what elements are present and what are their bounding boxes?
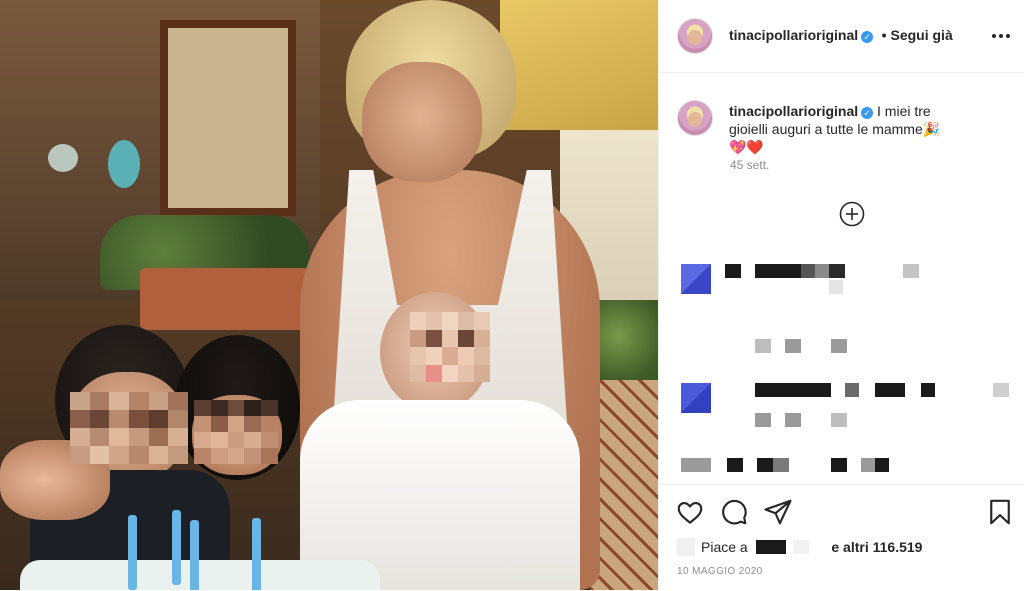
- bookmark-icon: [990, 499, 1010, 525]
- redacted-comment-meta: [755, 413, 955, 427]
- redacted-comment-text: [829, 280, 849, 294]
- likes-count[interactable]: e altri 116.519: [831, 539, 922, 555]
- liker-redacted: [793, 540, 810, 554]
- pixelated-face-blur: [194, 400, 278, 464]
- share-button[interactable]: [763, 497, 793, 527]
- post-date[interactable]: 10 MAGGIO 2020: [677, 566, 763, 577]
- follow-status-button[interactable]: Segui già: [891, 27, 953, 43]
- redacted-comment-text: [725, 383, 1015, 397]
- likes-summary: Piace a e altri 116.519: [677, 538, 922, 556]
- save-button[interactable]: [985, 497, 1015, 527]
- background-planter: [140, 268, 310, 330]
- redacted-comment-text: [725, 264, 1005, 278]
- woman-face: [362, 62, 482, 182]
- birthday-cake: [20, 560, 380, 590]
- redacted-comment-avatar: [681, 264, 711, 294]
- verified-badge-icon: ✓: [861, 31, 874, 43]
- caption-username[interactable]: tinacipollarioriginal: [729, 103, 858, 119]
- caption-avatar[interactable]: [677, 100, 713, 136]
- candle: [172, 510, 181, 585]
- post-photo[interactable]: [0, 0, 658, 590]
- verified-badge-icon: ✓: [861, 107, 874, 119]
- redacted-comment-avatar: [681, 383, 711, 413]
- background-flowers: [592, 300, 658, 390]
- redacted-comment-meta: [755, 339, 955, 353]
- candle: [252, 518, 261, 590]
- liker-avatar-redacted: [677, 538, 695, 556]
- candle: [128, 515, 137, 590]
- candle: [190, 520, 199, 590]
- comment-button[interactable]: [719, 497, 749, 527]
- more-options-button[interactable]: [987, 26, 1015, 46]
- comment-icon: [722, 499, 747, 525]
- like-button[interactable]: [675, 497, 705, 527]
- paper-plane-icon: [764, 499, 792, 525]
- background-window: [160, 20, 296, 216]
- load-more-comments-button[interactable]: [839, 201, 865, 227]
- background-awning: [500, 0, 658, 130]
- plus-circle-icon: [839, 201, 865, 227]
- pixelated-face-blur: [410, 312, 490, 382]
- pixelated-face-blur: [70, 392, 188, 464]
- post-header: tinacipollarioriginal ✓ • Segui già: [659, 0, 1024, 73]
- heart-icon: [677, 501, 703, 524]
- background-trellis: [590, 380, 658, 590]
- balloon: [48, 144, 78, 172]
- likes-prefix: Piace a: [701, 539, 748, 555]
- post-sidebar: tinacipollarioriginal ✓ • Segui già tinaci…: [658, 0, 1024, 590]
- author-username[interactable]: tinacipollarioriginal: [729, 27, 858, 43]
- more-horizontal-icon: [992, 34, 1010, 38]
- follow-separator: •: [881, 27, 887, 43]
- balloon: [108, 140, 140, 188]
- caption-time-ago[interactable]: 45 sett.: [730, 158, 769, 172]
- liker-username-redacted[interactable]: [755, 540, 786, 554]
- author-avatar[interactable]: [677, 18, 713, 54]
- redacted-comment-text: [681, 458, 901, 472]
